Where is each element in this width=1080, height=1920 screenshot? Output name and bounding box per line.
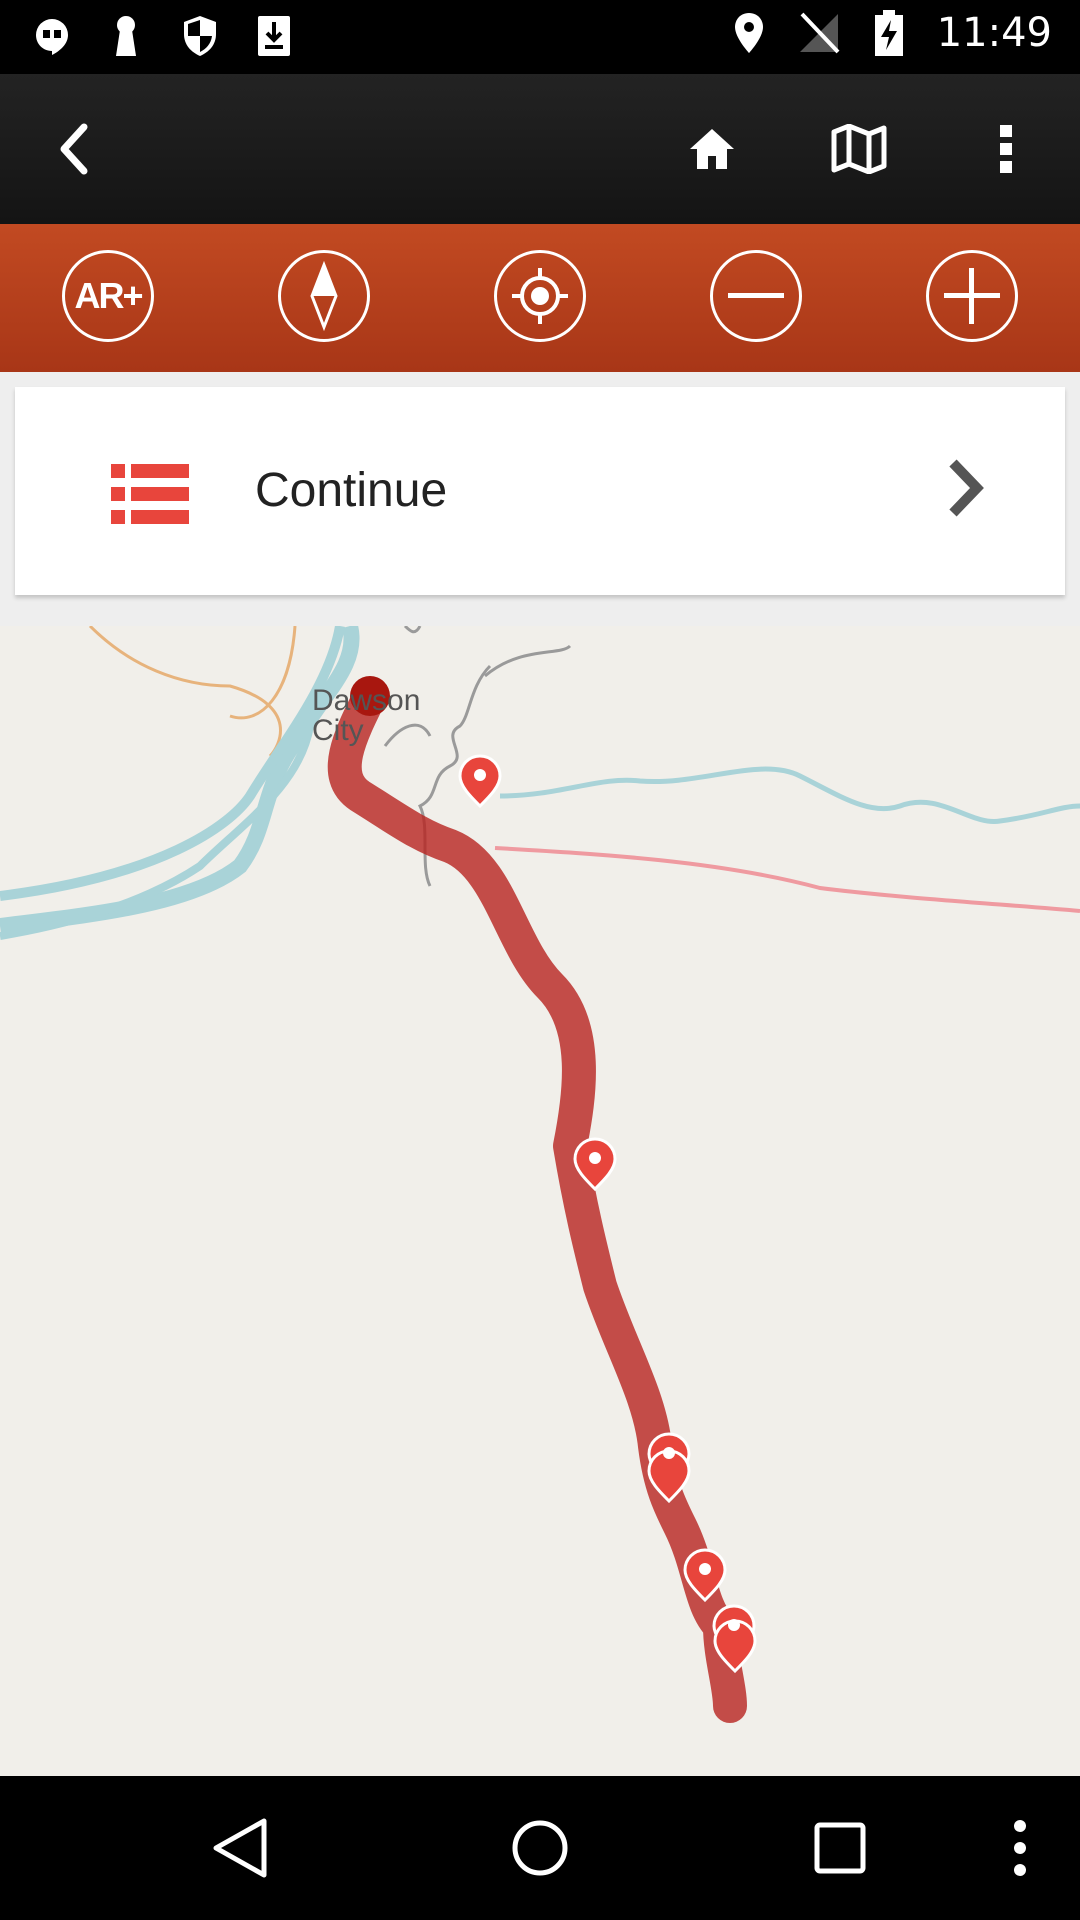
recents-square-icon (814, 1822, 866, 1874)
map-button[interactable] (829, 119, 889, 179)
city-label: Dawson City (312, 684, 421, 747)
compass-button[interactable] (278, 250, 370, 342)
back-triangle-icon (213, 1818, 267, 1878)
navigation-bar (0, 1776, 1080, 1920)
overflow-menu-icon (1000, 125, 1012, 173)
more-icon (1014, 1820, 1026, 1876)
continue-card[interactable]: Continue (15, 387, 1065, 595)
map-icon (831, 124, 887, 174)
nav-recents-button[interactable] (804, 1812, 876, 1884)
zoom-out-button[interactable] (710, 250, 802, 342)
ar-button[interactable]: AR+ (62, 250, 154, 342)
locate-button[interactable] (494, 250, 586, 342)
plus-icon (944, 268, 1000, 324)
download-icon (252, 14, 296, 58)
clock: 11:49 (936, 10, 1052, 56)
hangouts-icon (30, 14, 74, 58)
back-icon (60, 123, 88, 175)
list-icon (111, 464, 189, 529)
nav-back-button[interactable] (204, 1812, 276, 1884)
home-button[interactable] (682, 119, 742, 179)
minus-icon (728, 293, 784, 298)
shield-icon (178, 14, 222, 58)
status-bar: 11:49 (0, 0, 1080, 74)
app-bar (0, 74, 1080, 224)
continue-label: Continue (255, 464, 448, 517)
highway (494, 846, 1080, 913)
zoom-in-button[interactable] (926, 250, 1018, 342)
river-klondike (499, 766, 1080, 824)
nav-more-button[interactable] (984, 1812, 1056, 1884)
location-icon (727, 11, 771, 55)
no-signal-icon (797, 11, 841, 55)
map-toolbar: AR+ (0, 224, 1080, 372)
road-tan (88, 626, 282, 758)
chevron-right-icon (943, 457, 987, 524)
back-button[interactable] (44, 119, 104, 179)
map-view[interactable]: Dawson City (0, 626, 1080, 1776)
battery-charging-icon (867, 10, 911, 56)
home-icon (690, 129, 734, 169)
home-circle-icon (512, 1820, 568, 1876)
nav-home-button[interactable] (504, 1812, 576, 1884)
ar-label: AR+ (74, 275, 143, 316)
route-path (327, 679, 747, 1723)
compass-icon (310, 261, 338, 331)
overflow-menu-button[interactable] (976, 119, 1036, 179)
crosshair-icon (512, 268, 568, 324)
keyhole-icon (104, 14, 148, 58)
